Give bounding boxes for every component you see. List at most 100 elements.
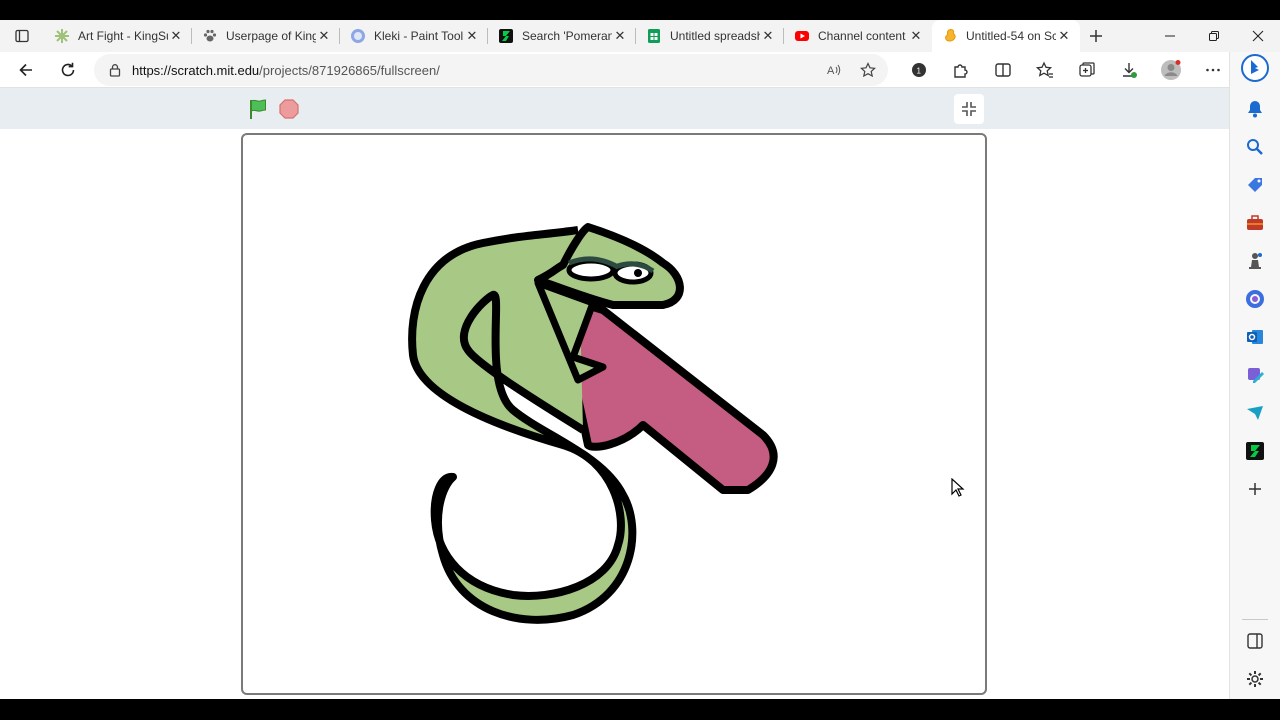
snake-letter-artwork [408,223,778,624]
download-icon [1123,63,1137,78]
tab-title: Channel content [818,29,906,43]
favorite-star-icon[interactable] [860,62,876,78]
dark-circle-icon: 1 [912,63,926,77]
sheets-icon [646,28,662,44]
browser-toolbar: https://scratch.mit.edu/projects/8719268… [0,52,1280,88]
games-chess-icon[interactable] [1245,251,1265,271]
avatar-icon [1161,60,1181,80]
search-icon[interactable] [1245,137,1265,157]
close-tab-icon[interactable]: ✕ [168,28,184,44]
tab-title: Search 'Pomerani [522,29,612,43]
scratch-fullscreen-page [0,88,1229,699]
tab-title: Userpage of King [226,29,316,43]
close-tab-icon[interactable]: ✕ [464,28,480,44]
youtube-icon [794,28,810,44]
favorites-button[interactable] [1024,54,1066,86]
tab-scratch-project[interactable]: Untitled-54 on Sc ✕ [932,20,1080,52]
bing-chat-icon[interactable] [1241,53,1269,83]
sidebar-settings-gear-icon[interactable] [1245,669,1265,689]
tab-search-pomeranian[interactable]: Search 'Pomerani ✕ [488,20,636,52]
kleki-icon [350,28,366,44]
browser-window: Art Fight - KingSu ✕ Userpage of King ✕ … [0,20,1280,699]
restore-icon [1209,31,1219,41]
tab-kleki[interactable]: Kleki - Paint Tool ✕ [340,20,488,52]
close-icon [1252,30,1264,42]
downloads-button[interactable] [1108,54,1150,86]
tab-actions-icon [15,29,29,43]
deviantart-icon [498,28,514,44]
plus-icon [1090,30,1102,42]
back-button[interactable] [5,54,47,86]
new-tab-button[interactable] [1080,20,1112,52]
scratch-icon [942,28,958,44]
hide-sidebar-icon[interactable] [1245,631,1265,651]
close-tab-icon[interactable]: ✕ [760,28,776,44]
green-flag-icon[interactable] [248,98,270,120]
extensions-area: 1 [898,52,1234,88]
restore-button[interactable] [1192,20,1236,52]
collections-button[interactable] [1066,54,1108,86]
extension-dark-button[interactable]: 1 [898,54,940,86]
close-tab-icon[interactable]: ✕ [316,28,332,44]
screen-frame: Art Fight - KingSu ✕ Userpage of King ✕ … [0,0,1280,720]
paw-icon [202,28,218,44]
exit-fullscreen-icon [962,102,976,116]
tab-userpage[interactable]: Userpage of King ✕ [192,20,340,52]
close-window-button[interactable] [1236,20,1280,52]
edge-sidebar [1229,52,1280,699]
read-aloud-icon[interactable]: A [826,62,842,78]
url-path: /projects/871926865/fullscreen/ [259,62,440,78]
snake-pupil [634,269,642,277]
tab-untitled-spreadsheet[interactable]: Untitled spreadsh ✕ [636,20,784,52]
deviantart-sidebar-icon[interactable] [1245,441,1265,461]
sidebar-divider [1242,619,1268,620]
settings-more-button[interactable] [1192,54,1234,86]
url-host: https://scratch.mit.edu [132,62,260,78]
more-dots-icon [1206,68,1220,72]
minimize-button[interactable] [1148,20,1192,52]
minimize-icon [1165,35,1175,37]
tab-art-fight[interactable]: Art Fight - KingSu ✕ [44,20,192,52]
svg-text:A: A [827,65,835,77]
scratch-controls-bar [0,88,1229,129]
designer-icon[interactable] [1245,365,1265,385]
url-text[interactable]: https://scratch.mit.edu/projects/8719268… [132,63,440,78]
exit-fullscreen-button[interactable] [954,94,984,124]
extensions-button[interactable] [940,54,982,86]
mouse-cursor-icon [951,478,965,497]
split-screen-button[interactable] [982,54,1024,86]
tab-strip: Art Fight - KingSu ✕ Userpage of King ✕ … [0,20,1280,52]
split-screen-icon [995,63,1011,77]
tab-title: Art Fight - KingSu [78,29,168,43]
collections-icon [1079,62,1095,77]
microsoft-365-icon[interactable] [1245,289,1265,309]
address-bar-actions: A [826,54,876,86]
back-arrow-icon [19,63,32,76]
tab-actions-button[interactable] [0,20,44,52]
refresh-button[interactable] [47,54,89,86]
close-tab-icon[interactable]: ✕ [1056,28,1072,44]
send-icon[interactable] [1245,403,1265,423]
tab-channel-content[interactable]: Channel content ✕ [784,20,932,52]
profile-button[interactable] [1150,54,1192,86]
tab-title: Untitled spreadsh [670,29,760,43]
close-tab-icon[interactable]: ✕ [612,28,628,44]
close-tab-icon[interactable]: ✕ [908,28,924,44]
outlook-icon[interactable] [1245,327,1265,347]
add-sidebar-app-icon[interactable] [1245,479,1265,499]
window-controls [1148,20,1280,52]
refresh-icon [61,62,75,76]
puzzle-icon [954,64,968,78]
sparkle-icon [54,28,70,44]
stop-sign-icon[interactable] [279,99,299,119]
shopping-tag-icon[interactable] [1245,175,1265,195]
favorites-icon [1036,61,1053,78]
tab-title: Untitled-54 on Sc [966,29,1056,43]
address-bar[interactable]: https://scratch.mit.edu/projects/8719268… [94,54,888,86]
project-stage[interactable] [241,133,987,695]
svg-text:1: 1 [917,67,922,76]
tab-title: Kleki - Paint Tool [374,29,464,43]
tools-briefcase-icon[interactable] [1245,213,1265,233]
notification-bell-icon[interactable] [1245,99,1265,119]
lock-icon[interactable] [108,63,122,77]
